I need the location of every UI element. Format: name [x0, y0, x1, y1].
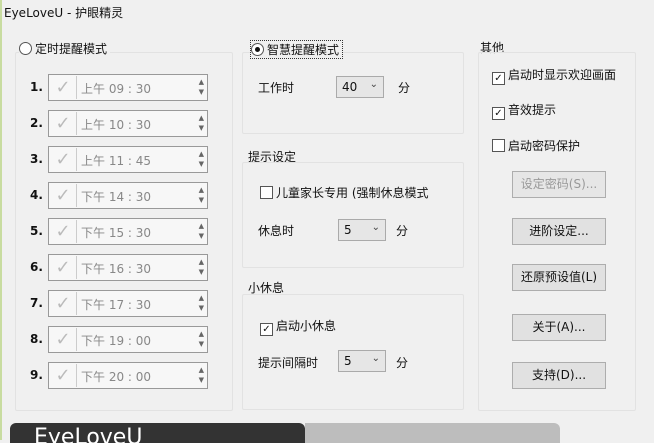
- short-break-checkbox[interactable]: ✓ 启动小休息: [260, 317, 336, 336]
- interval-unit: 分: [396, 356, 409, 370]
- chevron-down-icon: ⌄: [369, 79, 378, 90]
- row-number: 8.: [30, 332, 43, 346]
- rest-time-select[interactable]: 5 ⌄: [338, 219, 386, 241]
- time-value: 下午 17 : 30: [81, 298, 152, 312]
- child-mode-label: 儿童家长专用 (强制休息模式: [276, 186, 429, 200]
- row-number: 1.: [30, 80, 43, 94]
- banner-right: [305, 423, 560, 443]
- spin-arrows-icon[interactable]: ▲ ▼: [199, 77, 204, 97]
- short-break-label: 启动小休息: [276, 319, 337, 333]
- advanced-settings-button[interactable]: 进阶设定...: [512, 218, 606, 245]
- timer-mode-label: 定时提醒模式: [35, 42, 108, 56]
- rest-time-value: 5: [344, 223, 352, 237]
- time-spinner[interactable]: ✓ 下午 16 : 30 ▲ ▼: [48, 254, 208, 281]
- child-mode-checkbox[interactable]: 儿童家长专用 (强制休息模式: [260, 184, 460, 201]
- time-spinner[interactable]: ✓ 下午 17 : 30 ▲ ▼: [48, 290, 208, 317]
- smart-mode-label: 智慧提醒模式: [267, 43, 340, 57]
- time-spinner[interactable]: ✓ 下午 19 : 00 ▲ ▼: [48, 326, 208, 353]
- row-number: 2.: [30, 116, 43, 130]
- rest-unit: 分: [396, 224, 409, 238]
- row-number: 6.: [30, 260, 43, 274]
- chevron-down-icon: ⌄: [371, 353, 380, 364]
- interval-label: 提示间隔时: [258, 356, 319, 370]
- spin-arrows-icon[interactable]: ▲ ▼: [199, 365, 204, 385]
- timer-mode-radio[interactable]: 定时提醒模式: [19, 40, 111, 57]
- time-value: 下午 14 : 30: [81, 190, 152, 204]
- time-spinner[interactable]: ✓ 下午 15 : 30 ▲ ▼: [48, 218, 208, 245]
- time-spinner[interactable]: ✓ 下午 14 : 30 ▲ ▼: [48, 182, 208, 209]
- check-icon[interactable]: ✓: [50, 292, 77, 315]
- sound-label: 音效提示: [508, 103, 557, 117]
- password-protect-label: 启动密码保护: [508, 139, 581, 153]
- work-time-label: 工作时: [258, 81, 295, 95]
- prompt-settings-group: [242, 162, 464, 268]
- support-button[interactable]: 支持(D)...: [512, 362, 606, 389]
- restore-defaults-button[interactable]: 还原预设值(L): [512, 264, 606, 291]
- spin-arrows-icon[interactable]: ▲ ▼: [199, 113, 204, 133]
- work-time-select[interactable]: 40 ⌄: [336, 76, 384, 98]
- row-number: 4.: [30, 188, 43, 202]
- check-icon[interactable]: ✓: [50, 328, 77, 351]
- interval-value: 5: [344, 354, 352, 368]
- about-button[interactable]: 关于(A)...: [512, 314, 606, 341]
- show-welcome-label: 启动时显示欢迎画面: [508, 68, 617, 82]
- time-value: 下午 20 : 00: [81, 370, 152, 384]
- show-welcome-checkbox[interactable]: ✓ 启动时显示欢迎画面: [492, 66, 632, 85]
- password-protect-checkbox[interactable]: 启动密码保护: [492, 137, 580, 154]
- interval-select[interactable]: 5 ⌄: [338, 350, 386, 372]
- spin-arrows-icon[interactable]: ▲ ▼: [199, 149, 204, 169]
- banner-text: EyeLoveU: [34, 425, 143, 443]
- spin-arrows-icon[interactable]: ▲ ▼: [199, 221, 204, 241]
- check-icon[interactable]: ✓: [50, 220, 77, 243]
- time-spinner[interactable]: ✓ 上午 10 : 30 ▲ ▼: [48, 110, 208, 137]
- work-unit: 分: [398, 81, 411, 95]
- time-value: 下午 15 : 30: [81, 226, 152, 240]
- time-value: 上午 09 : 30: [81, 82, 152, 96]
- check-icon[interactable]: ✓: [50, 148, 77, 171]
- row-number: 9.: [30, 368, 43, 382]
- time-value: 下午 16 : 30: [81, 262, 152, 276]
- time-spinner[interactable]: ✓ 下午 20 : 00 ▲ ▼: [48, 362, 208, 389]
- set-password-button[interactable]: 设定密码(S)...: [512, 171, 606, 198]
- row-number: 7.: [30, 296, 43, 310]
- time-value: 上午 11 : 45: [81, 154, 152, 168]
- check-icon[interactable]: ✓: [50, 112, 77, 135]
- time-spinner[interactable]: ✓ 上午 11 : 45 ▲ ▼: [48, 146, 208, 173]
- check-icon[interactable]: ✓: [50, 364, 77, 387]
- smart-mode-radio[interactable]: 智慧提醒模式: [250, 40, 344, 59]
- spin-arrows-icon[interactable]: ▲ ▼: [199, 185, 204, 205]
- time-value: 下午 19 : 00: [81, 334, 152, 348]
- spin-arrows-icon[interactable]: ▲ ▼: [199, 293, 204, 313]
- time-spinner[interactable]: ✓ 上午 09 : 30 ▲ ▼: [48, 74, 208, 101]
- row-number: 5.: [30, 224, 43, 238]
- chevron-down-icon: ⌄: [371, 222, 380, 233]
- row-number: 3.: [30, 152, 43, 166]
- window-title: EyeLoveU - 护眼精灵: [4, 6, 124, 20]
- check-icon[interactable]: ✓: [50, 76, 77, 99]
- sound-checkbox[interactable]: ✓ 音效提示: [492, 101, 556, 120]
- spin-arrows-icon[interactable]: ▲ ▼: [199, 329, 204, 349]
- time-value: 上午 10 : 30: [81, 118, 152, 132]
- rest-time-label: 休息时: [258, 224, 295, 238]
- check-icon[interactable]: ✓: [50, 256, 77, 279]
- banner-logo: EyeLoveU: [10, 423, 305, 443]
- work-time-value: 40: [342, 80, 358, 94]
- spin-arrows-icon[interactable]: ▲ ▼: [199, 257, 204, 277]
- check-icon[interactable]: ✓: [50, 184, 77, 207]
